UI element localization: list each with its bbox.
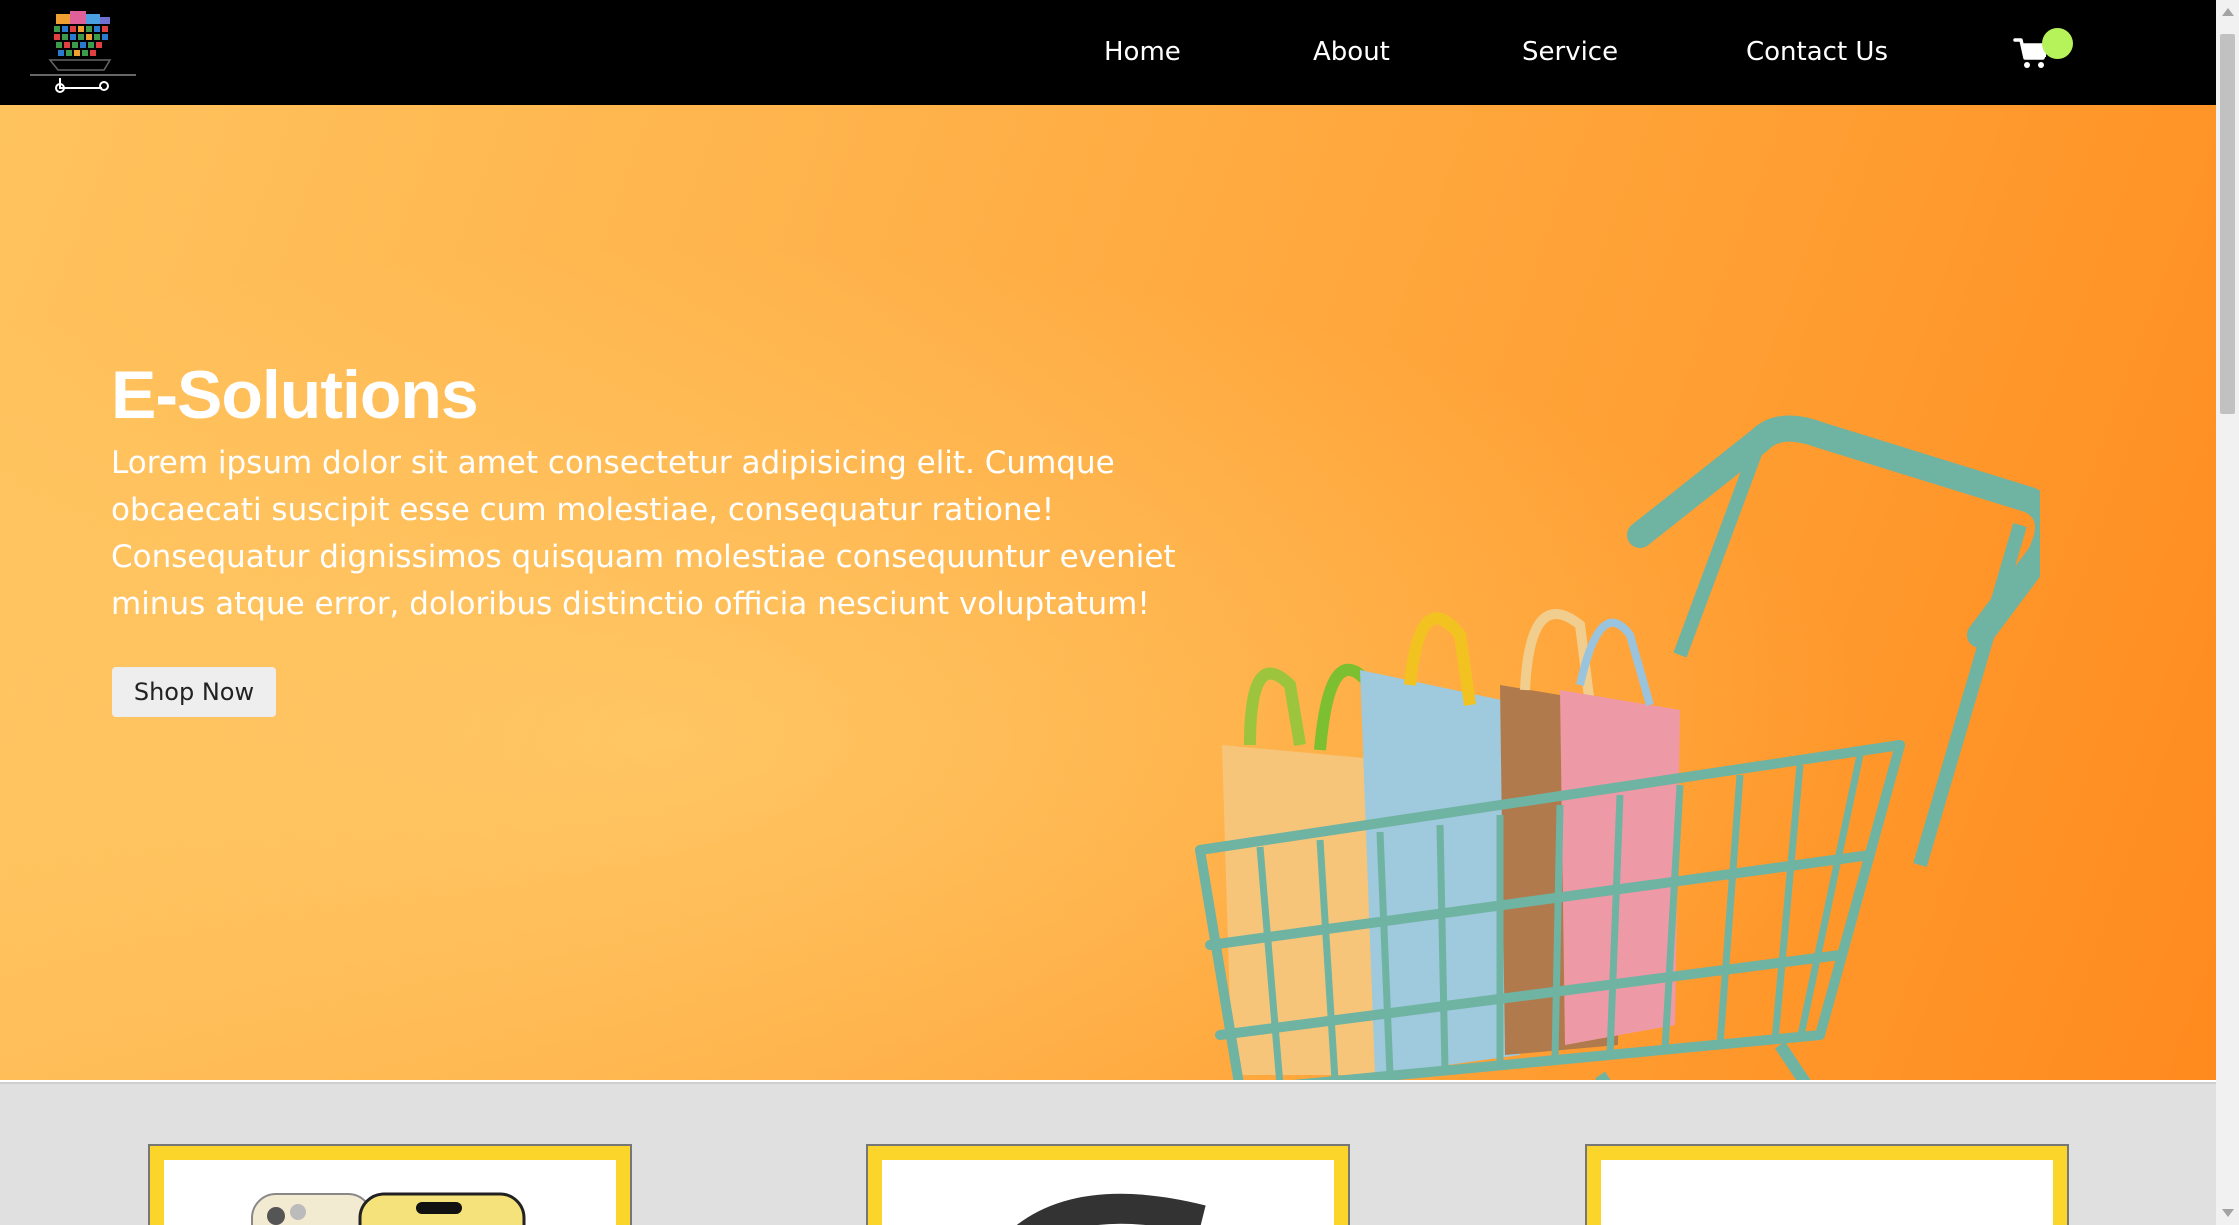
scrollbar-thumb[interactable]	[2220, 34, 2235, 414]
products-section	[0, 1082, 2216, 1225]
cart-badge	[2042, 28, 2073, 59]
shop-now-button[interactable]: Shop Now	[112, 667, 276, 717]
hero-description: Lorem ipsum dolor sit amet consectetur a…	[111, 445, 1176, 622]
nav-about-link[interactable]: About	[1313, 34, 1390, 70]
product-card[interactable]	[866, 1144, 1350, 1225]
navbar: Home About Service Contact Us	[0, 0, 2216, 105]
hero-title: E-Solutions	[111, 357, 479, 433]
phone-image	[251, 1192, 526, 1225]
shopping-cart-with-bags-image	[1195, 415, 2040, 1080]
product-card[interactable]	[1585, 1144, 2069, 1225]
vertical-scrollbar[interactable]	[2216, 0, 2239, 1225]
nav-service-link[interactable]: Service	[1522, 34, 1618, 70]
scroll-down-arrow-icon[interactable]	[2222, 1209, 2234, 1217]
product-image-frame	[164, 1160, 616, 1225]
scroll-up-arrow-icon[interactable]	[2222, 8, 2234, 16]
product-image-frame	[882, 1160, 1334, 1225]
shop-cart-logo-icon[interactable]	[28, 8, 140, 96]
headphones-image	[1016, 1193, 1206, 1225]
product-image-frame	[1601, 1160, 2053, 1225]
nav-contact-link[interactable]: Contact Us	[1746, 34, 1888, 70]
page: Home About Service Contact Us E-Solution…	[0, 0, 2216, 1225]
nav-home-link[interactable]: Home	[1104, 34, 1181, 70]
hero-banner: E-Solutions Lorem ipsum dolor sit amet c…	[0, 105, 2216, 1080]
product-card[interactable]	[148, 1144, 632, 1225]
